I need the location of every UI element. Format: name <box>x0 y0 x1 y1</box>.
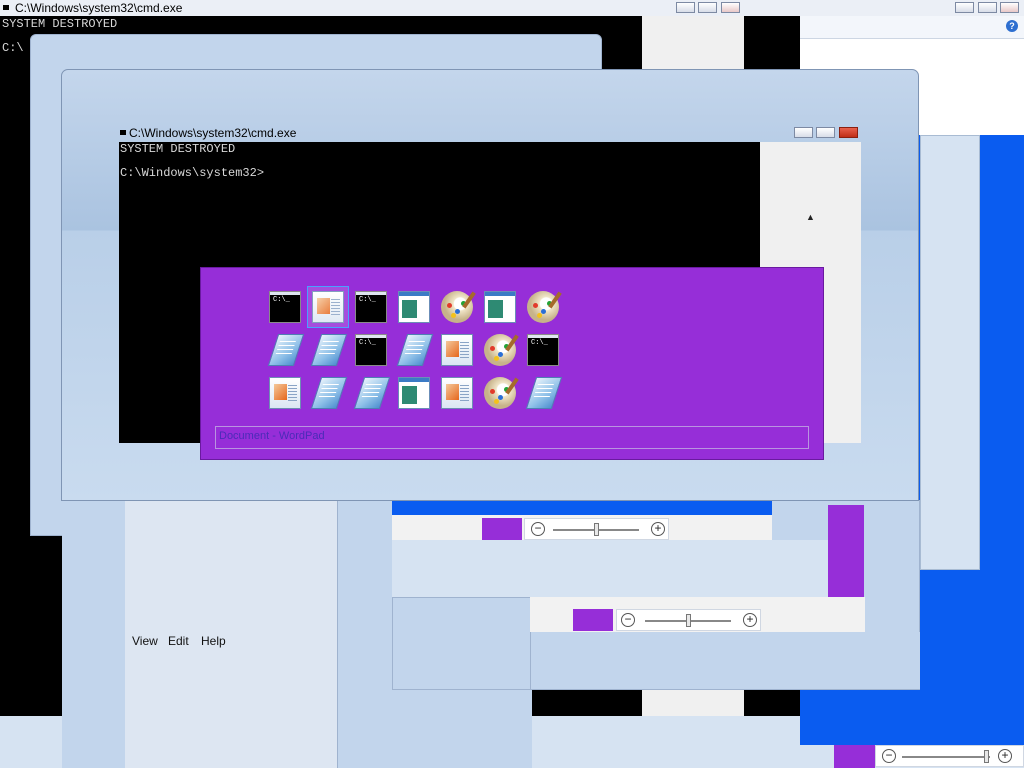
front-cmd-line-1: SYSTEM DESTROYED <box>120 142 236 156</box>
back-cmd-title: C:\Windows\system32\cmd.exe <box>15 1 183 15</box>
document-icon[interactable] <box>398 377 430 409</box>
close-button[interactable] <box>721 2 740 13</box>
cmd-icon[interactable]: C:\_ <box>355 334 387 366</box>
notepad-sidebar <box>337 500 394 768</box>
zoom-out-button[interactable]: − <box>882 749 896 763</box>
task-switcher-caption-box: Document - WordPad <box>215 426 809 449</box>
back-cmd-line-1: SYSTEM DESTROYED <box>2 17 118 31</box>
notepad-icon[interactable] <box>310 377 348 409</box>
cmd-small-icon <box>3 5 9 10</box>
wordpad-window-1-body <box>392 540 828 598</box>
notepad-icon[interactable] <box>525 377 563 409</box>
scroll-up-arrow-icon[interactable]: ▲ <box>806 212 815 222</box>
notepad-icon[interactable] <box>396 334 434 366</box>
front-cmd-line-2: C:\Windows\system32> <box>120 166 265 180</box>
zoom-slider[interactable]: − + <box>875 745 1024 767</box>
minimize-button[interactable] <box>955 2 974 13</box>
menu-help[interactable]: Help <box>201 634 226 648</box>
cmd-small-icon <box>120 130 126 135</box>
paint-icon[interactable] <box>527 291 559 323</box>
wordpad-window-2: − + <box>530 597 865 632</box>
notepad-icon[interactable] <box>310 334 348 366</box>
selected-item-highlight <box>307 286 349 328</box>
zoom-out-button[interactable]: − <box>531 522 545 536</box>
wordpad-window-2-frame <box>530 632 920 689</box>
right-top-titlebar[interactable] <box>800 0 1024 16</box>
zoom-slider[interactable]: − + <box>616 609 761 631</box>
purple-status-cell <box>834 745 875 768</box>
zoom-thumb[interactable] <box>686 614 691 627</box>
cmd-icon[interactable]: C:\_ <box>269 291 301 323</box>
zoom-out-button[interactable]: − <box>621 613 635 627</box>
zoom-in-button[interactable]: + <box>998 749 1012 763</box>
menu-edit[interactable]: Edit <box>168 634 189 648</box>
zoom-thumb[interactable] <box>594 523 599 536</box>
wordpad-icon[interactable] <box>441 334 473 366</box>
maximize-button[interactable] <box>816 127 835 138</box>
menu-view[interactable]: View <box>132 634 158 648</box>
wordpad-window-1-purple <box>828 505 864 607</box>
paint-icon[interactable] <box>484 377 516 409</box>
cmd-icon[interactable]: C:\_ <box>355 291 387 323</box>
blue-window-bottom-bar: − + <box>800 745 1024 768</box>
front-cmd-titlebar[interactable]: C:\Windows\system32\cmd.exe <box>118 125 861 142</box>
paint-icon[interactable] <box>484 334 516 366</box>
front-cmd-title: C:\Windows\system32\cmd.exe <box>129 126 297 140</box>
wordpad-icon[interactable] <box>441 377 473 409</box>
close-button[interactable] <box>1000 2 1019 13</box>
cmd-icon[interactable]: C:\_ <box>527 334 559 366</box>
purple-status-cell <box>573 609 613 631</box>
wordpad-window-1-blue <box>392 500 772 515</box>
purple-status-cell <box>482 518 522 540</box>
right-top-toolbar <box>800 16 1024 39</box>
zoom-track <box>902 756 990 758</box>
paint-menubar: View Edit Help <box>125 630 337 650</box>
close-button[interactable] <box>839 127 858 138</box>
minimize-button[interactable] <box>794 127 813 138</box>
task-switcher: C:\_ C:\_ C:\_ C:\_ Document - WordPad <box>200 267 824 460</box>
paint-icon[interactable] <box>441 291 473 323</box>
zoom-in-button[interactable]: + <box>743 613 757 627</box>
back-cmd-titlebar[interactable]: C:\Windows\system32\cmd.exe <box>0 0 800 16</box>
zoom-in-button[interactable]: + <box>651 522 665 536</box>
restore-button[interactable] <box>698 2 717 13</box>
right-mid-window <box>920 135 980 570</box>
help-icon[interactable]: ? <box>1006 20 1018 32</box>
document-icon[interactable] <box>398 291 430 323</box>
task-switcher-caption: Document - WordPad <box>219 430 325 442</box>
wordpad-window-1-status: − + <box>392 515 772 540</box>
minimize-button[interactable] <box>676 2 695 13</box>
restore-button[interactable] <box>978 2 997 13</box>
document-icon[interactable] <box>484 291 516 323</box>
zoom-slider[interactable]: − + <box>524 518 669 540</box>
notepad-icon[interactable] <box>353 377 391 409</box>
wordpad-icon[interactable] <box>269 377 301 409</box>
notepad-icon[interactable] <box>267 334 305 366</box>
back-cmd-line-2: C:\ <box>2 41 24 55</box>
zoom-thumb[interactable] <box>984 750 989 763</box>
